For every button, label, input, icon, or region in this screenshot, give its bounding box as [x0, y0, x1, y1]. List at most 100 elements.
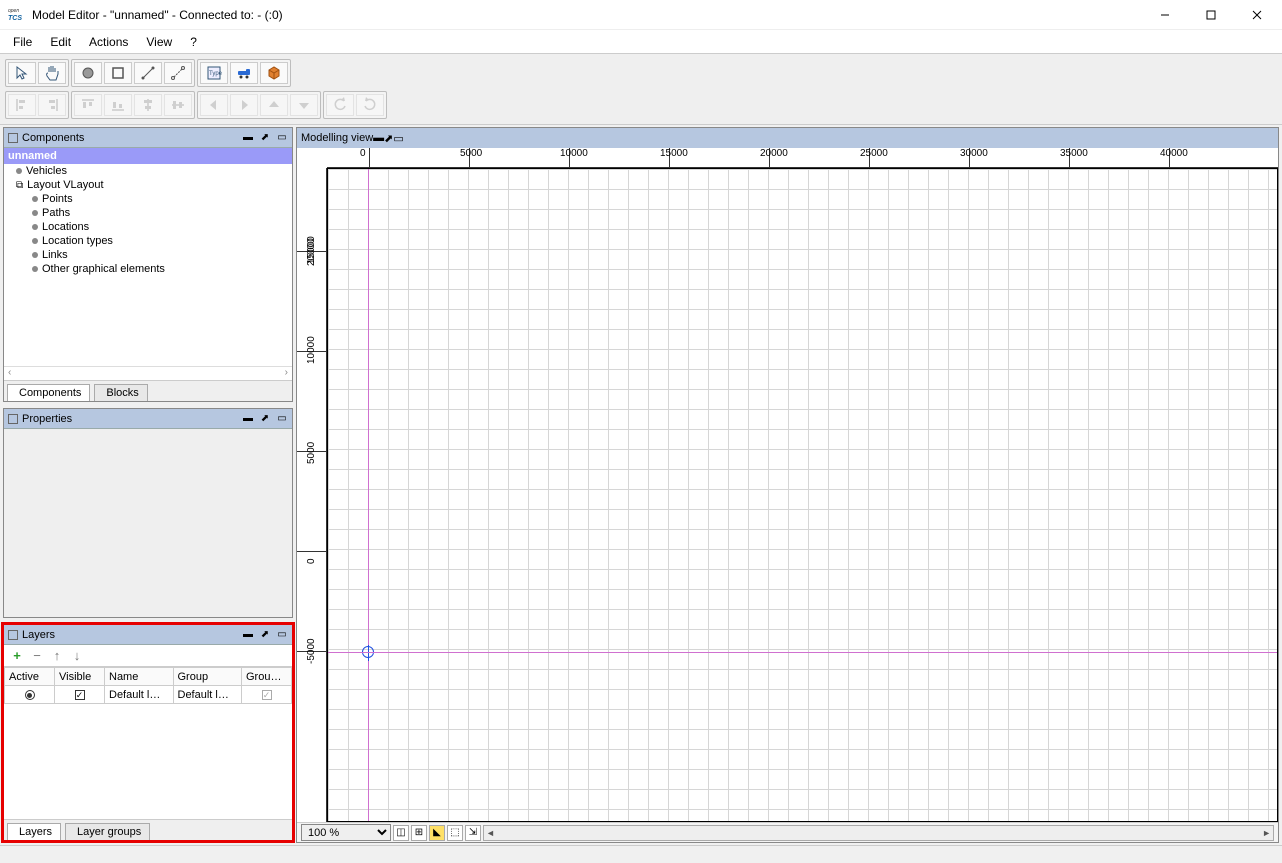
layer-visible-check[interactable]	[55, 686, 105, 704]
arrow-right[interactable]	[230, 94, 258, 116]
tool-block[interactable]	[260, 62, 288, 84]
footer-tool-3[interactable]: ◣	[429, 825, 445, 841]
layer-add-button[interactable]: +	[10, 648, 24, 663]
col-visible[interactable]: Visible	[55, 668, 105, 686]
menu-file[interactable]: File	[4, 32, 41, 52]
panel-minimize-icon[interactable]: ▬	[240, 628, 256, 642]
canvas-h-scrollbar[interactable]: ◄►	[483, 825, 1274, 841]
tree-item-links[interactable]: Links	[4, 248, 292, 262]
align-center-v[interactable]	[164, 94, 192, 116]
menu-edit[interactable]: Edit	[41, 32, 80, 52]
canvas[interactable]: 0 5000 10000 15000 20000 25000 30000 350…	[297, 148, 1278, 822]
align-right[interactable]	[38, 94, 66, 116]
col-active[interactable]: Active	[5, 668, 55, 686]
maximize-button[interactable]	[1188, 0, 1234, 30]
minimize-button[interactable]	[1142, 0, 1188, 30]
tree-item-locations[interactable]: Locations	[4, 220, 292, 234]
tool-pan[interactable]	[38, 62, 66, 84]
components-tree: Vehicles ⧉Layout VLayout Points Paths Lo…	[4, 164, 292, 366]
layers-panel: Layers ▬ ⬈ ▭ + − ↑ ↓ Active Visible Name…	[3, 624, 293, 841]
tool-point[interactable]	[74, 62, 102, 84]
panel-minimize-icon[interactable]: ▬	[373, 132, 384, 144]
layers-toolbar: + − ↑ ↓	[4, 645, 292, 667]
layer-row[interactable]: Default l… Default l…	[5, 686, 292, 704]
layer-group[interactable]: Default l…	[173, 686, 242, 704]
tree-item-other-graphical[interactable]: Other graphical elements	[4, 262, 292, 276]
menu-help[interactable]: ?	[181, 32, 206, 52]
tool-path[interactable]	[134, 62, 162, 84]
panel-maximize-icon[interactable]: ▭	[274, 628, 290, 642]
arrow-left[interactable]	[200, 94, 228, 116]
modelling-panel: Modelling view ▬ ⬈ ▭ 0 5000 10000 15000 …	[296, 127, 1279, 843]
panel-icon	[8, 133, 18, 143]
properties-panel-header: Properties ▬ ⬈ ▭	[4, 409, 292, 429]
menu-view[interactable]: View	[137, 32, 181, 52]
tab-layer-groups[interactable]: Layer groups	[65, 823, 150, 840]
col-group-vis[interactable]: Group ...	[242, 668, 292, 686]
arrow-up[interactable]	[260, 94, 288, 116]
panel-maximize-icon[interactable]: ▭	[274, 412, 290, 426]
tool-link[interactable]	[164, 62, 192, 84]
tree-scrollbar[interactable]: ‹›	[4, 366, 292, 380]
tree-item-vehicles[interactable]: Vehicles	[4, 164, 292, 178]
footer-tool-2[interactable]: ⊞	[411, 825, 427, 841]
layer-up-button[interactable]: ↑	[50, 648, 64, 663]
svg-text:Type: Type	[209, 71, 222, 77]
align-left[interactable]	[8, 94, 36, 116]
rotate-right[interactable]	[356, 94, 384, 116]
align-top[interactable]	[74, 94, 102, 116]
layer-name[interactable]: Default l…	[105, 686, 174, 704]
align-center-h[interactable]	[134, 94, 162, 116]
panel-minimize-icon[interactable]: ▬	[240, 412, 256, 426]
layers-panel-header: Layers ▬ ⬈ ▭	[4, 625, 292, 645]
col-name[interactable]: Name	[105, 668, 174, 686]
layers-table: Active Visible Name Group Group ... Defa…	[4, 667, 292, 704]
tab-blocks[interactable]: Blocks	[94, 384, 147, 401]
close-button[interactable]	[1234, 0, 1280, 30]
layer-active-radio[interactable]	[5, 686, 55, 704]
components-title: Components	[22, 132, 84, 144]
properties-body	[4, 429, 292, 617]
tree-item-location-types[interactable]: Location types	[4, 234, 292, 248]
layer-down-button[interactable]: ↓	[70, 648, 84, 663]
components-panel: Components ▬ ⬈ ▭ unnamed Vehicles ⧉Layou…	[3, 127, 293, 402]
menubar: File Edit Actions View ?	[0, 30, 1282, 53]
window-title: Model Editor - "unnamed" - Connected to:…	[32, 8, 1142, 22]
tree-item-layout[interactable]: ⧉Layout VLayout	[4, 178, 292, 192]
components-root[interactable]: unnamed	[4, 148, 292, 164]
panel-minimize-icon[interactable]: ▬	[240, 131, 256, 145]
zoom-select[interactable]: 100 %	[301, 824, 391, 841]
tool-select[interactable]	[8, 62, 36, 84]
col-group[interactable]: Group	[173, 668, 242, 686]
tree-item-paths[interactable]: Paths	[4, 206, 292, 220]
modelling-title: Modelling view	[301, 132, 373, 144]
panel-maximize-icon[interactable]: ▭	[393, 132, 403, 145]
tab-components[interactable]: Components	[7, 384, 90, 401]
panel-popout-icon[interactable]: ⬈	[257, 628, 273, 642]
arrow-down[interactable]	[290, 94, 318, 116]
panel-popout-icon[interactable]: ⬈	[384, 132, 393, 145]
menu-actions[interactable]: Actions	[80, 32, 137, 52]
properties-title: Properties	[22, 413, 72, 425]
footer-tool-4[interactable]: ⬚	[447, 825, 463, 841]
components-panel-header: Components ▬ ⬈ ▭	[4, 128, 292, 148]
tab-layers[interactable]: Layers	[7, 823, 61, 840]
tool-vehicle[interactable]	[230, 62, 258, 84]
tool-location-type[interactable]: Type	[200, 62, 228, 84]
app-logo: open TCS	[8, 6, 26, 24]
ruler-vertical: 20000 15000 10000 5000 0 -5000	[297, 168, 327, 822]
properties-panel: Properties ▬ ⬈ ▭	[3, 408, 293, 618]
align-bottom[interactable]	[104, 94, 132, 116]
canvas-footer: 100 % ◫ ⊞ ◣ ⬚ ⇲ ◄►	[297, 822, 1278, 842]
layer-remove-button[interactable]: −	[30, 648, 44, 663]
panel-popout-icon[interactable]: ⬈	[257, 131, 273, 145]
canvas-grid[interactable]	[327, 168, 1278, 822]
tree-item-points[interactable]: Points	[4, 192, 292, 206]
footer-tool-1[interactable]: ◫	[393, 825, 409, 841]
statusbar	[0, 845, 1282, 863]
rotate-left[interactable]	[326, 94, 354, 116]
panel-maximize-icon[interactable]: ▭	[274, 131, 290, 145]
panel-popout-icon[interactable]: ⬈	[257, 412, 273, 426]
tool-location[interactable]	[104, 62, 132, 84]
footer-tool-5[interactable]: ⇲	[465, 825, 481, 841]
